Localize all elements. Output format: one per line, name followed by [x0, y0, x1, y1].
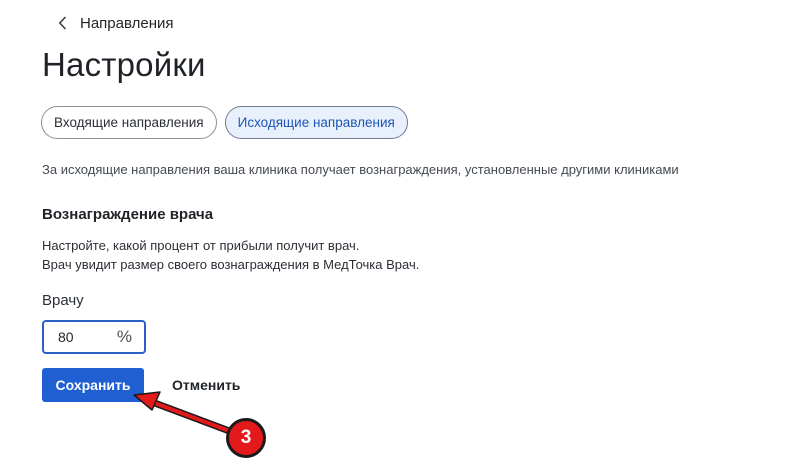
doctor-percent-label: Врачу [42, 292, 84, 309]
step-badge: 3 [226, 418, 266, 458]
back-link[interactable]: Направления [56, 12, 174, 34]
direction-tabs: Входящие направления Исходящие направлен… [41, 106, 408, 139]
percent-unit: % [116, 327, 132, 346]
chevron-left-icon [56, 16, 68, 30]
help-text-line-2: Врач увидит размер своего вознаграждения… [42, 257, 420, 272]
outgoing-description: За исходящие направления ваша клиника по… [42, 162, 679, 177]
doctor-percent-input[interactable] [56, 328, 120, 346]
cancel-button[interactable]: Отменить [160, 368, 252, 402]
save-button[interactable]: Сохранить [42, 368, 144, 402]
tab-incoming[interactable]: Входящие направления [41, 106, 217, 139]
section-title-doctor-reward: Вознаграждение врача [42, 206, 214, 223]
back-link-label: Направления [80, 14, 174, 32]
help-text-line-1: Настройте, какой процент от прибыли полу… [42, 238, 360, 253]
tab-outgoing[interactable]: Исходящие направления [224, 106, 408, 139]
page-title: Настройки [42, 46, 206, 83]
doctor-percent-field: % [42, 320, 146, 354]
